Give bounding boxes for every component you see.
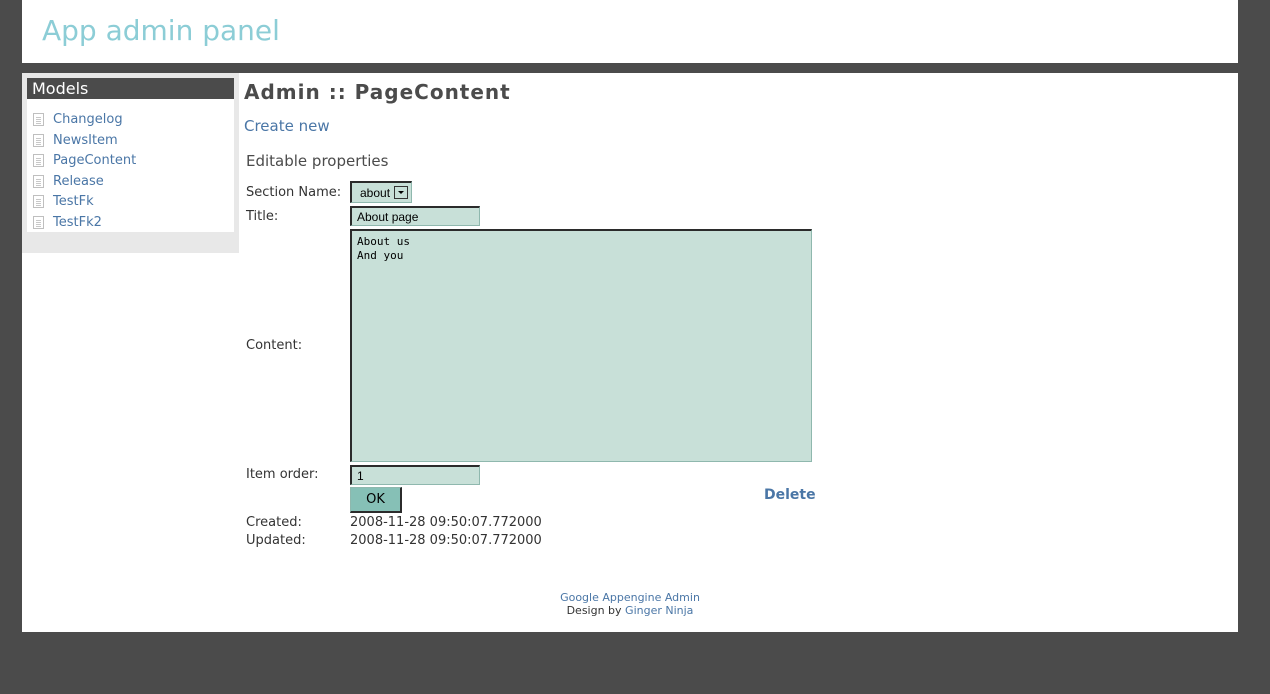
item-order-label: Item order: — [246, 467, 319, 482]
sidebar-item-release[interactable]: Release — [33, 172, 104, 190]
sidebar-item-label[interactable]: PageContent — [53, 153, 136, 168]
title-label: Title: — [246, 209, 279, 224]
sidebar-item-label[interactable]: TestFk2 — [53, 215, 102, 230]
document-icon — [33, 174, 44, 188]
section-name-select[interactable]: about — [350, 181, 412, 203]
design-by-text: Design by — [566, 604, 622, 617]
sidebar-item-pagecontent[interactable]: PageContent — [33, 151, 136, 169]
delete-link[interactable]: Delete — [764, 487, 816, 503]
ok-button[interactable]: OK — [350, 487, 402, 513]
content-label: Content: — [246, 338, 303, 353]
ginger-ninja-link[interactable]: Ginger Ninja — [625, 604, 693, 617]
footer: Google Appengine Admin Design by Ginger … — [22, 591, 1238, 617]
updated-label: Updated: — [246, 533, 306, 548]
main-panel: Models Changelog NewsItem PageContent Re… — [22, 73, 1238, 632]
item-order-input[interactable]: 1 — [350, 465, 480, 485]
footer-line-2: Design by Ginger Ninja — [22, 604, 1238, 617]
sidebar-item-label[interactable]: Release — [53, 174, 104, 189]
header: App admin panel — [22, 0, 1238, 63]
sidebar-item-changelog[interactable]: Changelog — [33, 110, 123, 128]
google-appengine-admin-link[interactable]: Google Appengine Admin — [560, 591, 700, 604]
created-value: 2008-11-28 09:50:07.772000 — [350, 515, 542, 530]
editable-properties-heading: Editable properties — [246, 152, 389, 170]
footer-line-1: Google Appengine Admin — [22, 591, 1238, 604]
sidebar-item-newsitem[interactable]: NewsItem — [33, 131, 118, 149]
sidebar-item-testfk2[interactable]: TestFk2 — [33, 213, 102, 231]
sidebar-item-testfk[interactable]: TestFk — [33, 192, 94, 210]
section-name-label: Section Name: — [246, 185, 342, 200]
create-new-link[interactable]: Create new — [244, 117, 330, 135]
sidebar: Models Changelog NewsItem PageContent Re… — [22, 73, 239, 253]
document-icon — [33, 153, 44, 167]
updated-value: 2008-11-28 09:50:07.772000 — [350, 533, 542, 548]
sidebar-item-label[interactable]: TestFk — [53, 194, 94, 209]
document-icon — [33, 194, 44, 208]
document-icon — [33, 215, 44, 229]
models-heading: Models — [27, 78, 234, 99]
document-icon — [33, 133, 44, 147]
title-input[interactable]: About page — [350, 206, 480, 226]
content-textarea[interactable]: About us And you — [350, 229, 812, 462]
sidebar-item-label[interactable]: Changelog — [53, 112, 123, 127]
chevron-down-icon[interactable] — [394, 186, 408, 199]
created-label: Created: — [246, 515, 302, 530]
document-icon — [33, 112, 44, 126]
section-name-value: about — [360, 185, 391, 200]
app-title: App admin panel — [42, 14, 280, 47]
models-box: Models Changelog NewsItem PageContent Re… — [27, 78, 234, 232]
page-title: Admin :: PageContent — [244, 80, 511, 104]
sidebar-item-label[interactable]: NewsItem — [53, 133, 118, 148]
